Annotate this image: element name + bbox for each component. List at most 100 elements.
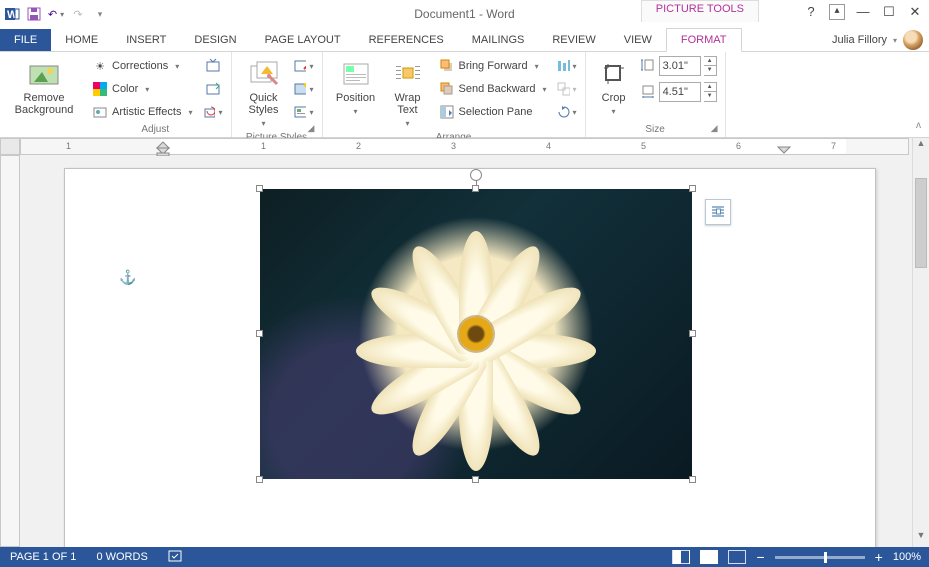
resize-handle-nw[interactable]: [256, 185, 263, 192]
resize-handle-w[interactable]: [256, 330, 263, 337]
group-button[interactable]: [557, 79, 577, 99]
send-backward-label: Send Backward: [459, 83, 536, 95]
width-field[interactable]: ▲▼: [640, 82, 717, 102]
contextual-tab-label: PICTURE TOOLS: [641, 0, 759, 22]
tab-review[interactable]: REVIEW: [538, 29, 609, 51]
resize-handle-se[interactable]: [689, 476, 696, 483]
resize-handle-e[interactable]: [689, 330, 696, 337]
tab-file[interactable]: FILE: [0, 29, 51, 51]
tab-view[interactable]: VIEW: [610, 29, 666, 51]
scroll-up-icon[interactable]: ▲: [913, 138, 929, 155]
minimize-icon[interactable]: —: [855, 4, 871, 20]
artistic-icon: [92, 104, 108, 120]
word-count[interactable]: 0 WORDS: [86, 551, 157, 563]
close-icon[interactable]: ✕: [907, 4, 923, 20]
corrections-label: Corrections: [112, 60, 168, 72]
group-adjust: ☀Corrections Color Artistic Effects Adju…: [80, 52, 232, 137]
position-button[interactable]: Position▾: [331, 56, 381, 118]
tab-format[interactable]: FORMAT: [666, 28, 742, 52]
position-icon: [340, 58, 372, 90]
remove-background-label: Remove Background: [8, 92, 80, 116]
ruler-corner: [0, 138, 20, 155]
remove-bg-spacer: [8, 122, 80, 135]
color-icon: [92, 81, 108, 97]
indent-marker-left[interactable]: [156, 139, 170, 156]
tab-mailings[interactable]: MAILINGS: [458, 29, 539, 51]
tab-page-layout[interactable]: PAGE LAYOUT: [251, 29, 355, 51]
proofing-icon[interactable]: [158, 550, 194, 565]
picture-styles-launcher[interactable]: ◢: [308, 123, 320, 135]
compress-pictures-button[interactable]: [203, 56, 223, 76]
height-input[interactable]: [659, 56, 701, 76]
bring-forward-button[interactable]: Bring Forward▾: [435, 56, 551, 76]
wrap-text-button[interactable]: Wrap Text▾: [387, 56, 429, 130]
height-down[interactable]: ▼: [704, 66, 716, 75]
collapse-ribbon-icon[interactable]: ʌ: [916, 120, 921, 131]
ribbon-display-icon[interactable]: ▴: [829, 4, 845, 20]
height-field[interactable]: ▲▼: [640, 56, 717, 76]
scroll-down-icon[interactable]: ▼: [913, 530, 929, 547]
resize-handle-sw[interactable]: [256, 476, 263, 483]
resize-handle-s[interactable]: [472, 476, 479, 483]
rotate-handle[interactable]: [470, 169, 482, 181]
indent-marker-right[interactable]: [777, 146, 791, 156]
undo-icon[interactable]: ↶: [48, 6, 64, 22]
document-page[interactable]: ⚓: [64, 168, 876, 547]
align-button[interactable]: [557, 56, 577, 76]
corrections-button[interactable]: ☀Corrections: [88, 56, 197, 76]
picture-effects-button[interactable]: [294, 79, 314, 99]
tab-insert[interactable]: INSERT: [112, 29, 180, 51]
crop-button[interactable]: Crop▾: [594, 56, 634, 118]
change-picture-button[interactable]: [203, 79, 223, 99]
resize-handle-ne[interactable]: [689, 185, 696, 192]
quick-styles-button[interactable]: Quick Styles▾: [240, 56, 288, 130]
resize-handle-n[interactable]: [472, 185, 479, 192]
selection-pane-button[interactable]: Selection Pane: [435, 102, 551, 122]
zoom-slider[interactable]: [775, 556, 865, 559]
print-layout-icon[interactable]: [700, 550, 718, 564]
page-indicator[interactable]: PAGE 1 OF 1: [0, 551, 86, 563]
width-down[interactable]: ▼: [704, 92, 716, 101]
height-spinner[interactable]: ▲▼: [704, 56, 717, 76]
zoom-thumb[interactable]: [824, 552, 827, 563]
artistic-effects-button[interactable]: Artistic Effects: [88, 102, 197, 122]
qat-customize-icon[interactable]: ▾: [92, 6, 108, 22]
zoom-level[interactable]: 100%: [893, 551, 921, 563]
selected-picture[interactable]: [260, 189, 692, 479]
redo-icon[interactable]: ↷: [70, 6, 86, 22]
tab-home[interactable]: HOME: [51, 29, 112, 51]
reset-picture-button[interactable]: [203, 102, 223, 122]
save-icon[interactable]: [26, 6, 42, 22]
scroll-thumb[interactable]: [915, 178, 927, 268]
layout-options-button[interactable]: [705, 199, 731, 225]
width-up[interactable]: ▲: [704, 83, 716, 92]
zoom-out-button[interactable]: −: [756, 549, 764, 565]
picture-border-button[interactable]: [294, 56, 314, 76]
send-backward-button[interactable]: Send Backward▾: [435, 79, 551, 99]
user-name: Julia Fillory: [832, 34, 887, 46]
size-launcher[interactable]: ◢: [711, 123, 723, 135]
vertical-ruler[interactable]: [0, 155, 20, 547]
height-up[interactable]: ▲: [704, 57, 716, 66]
width-input[interactable]: [659, 82, 701, 102]
window-title: Document1 - Word: [0, 7, 929, 21]
user-account[interactable]: Julia Fillory ▾: [832, 30, 923, 50]
vertical-scrollbar[interactable]: ▲ ▼: [912, 138, 929, 547]
width-icon: [640, 83, 656, 102]
horizontal-ruler[interactable]: 1 1 2 3 4 5 6 7: [20, 138, 909, 155]
tab-references[interactable]: REFERENCES: [355, 29, 458, 51]
group-arrange: Position▾ Wrap Text▾ Bring Forward▾ Send…: [323, 52, 586, 137]
remove-background-button[interactable]: Remove Background: [8, 56, 80, 116]
picture-layout-button[interactable]: [294, 102, 314, 122]
web-layout-icon[interactable]: [728, 550, 746, 564]
maximize-icon[interactable]: ☐: [881, 4, 897, 20]
zoom-in-button[interactable]: +: [875, 549, 883, 565]
rotate-button[interactable]: [557, 102, 577, 122]
color-button[interactable]: Color: [88, 79, 197, 99]
help-icon[interactable]: ?: [803, 4, 819, 20]
group-size: Crop▾ ▲▼ ▲▼ Size ◢: [586, 52, 726, 137]
read-mode-icon[interactable]: [672, 550, 690, 564]
width-spinner[interactable]: ▲▼: [704, 82, 717, 102]
tab-design[interactable]: DESIGN: [180, 29, 250, 51]
size-group-label: Size: [594, 122, 717, 135]
